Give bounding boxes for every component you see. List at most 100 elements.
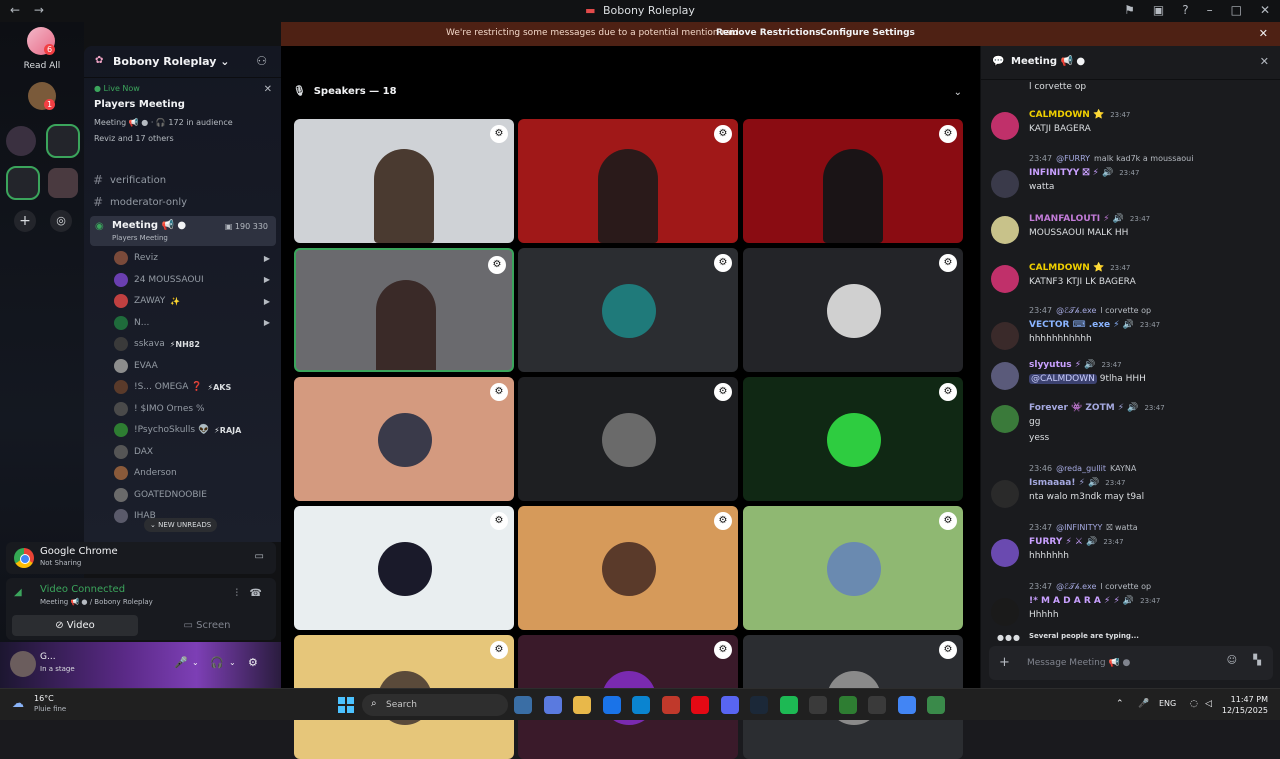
user-mention[interactable]: @CALMDOWN <box>1029 374 1097 384</box>
voice-user[interactable]: DAX <box>114 442 274 462</box>
gear-icon[interactable]: ⚙ <box>248 656 258 669</box>
reply-preview[interactable]: 23:47 @FURRY malk kad7k a moussaoui <box>1029 154 1193 163</box>
speaker-tile[interactable]: ⚙ <box>743 119 963 243</box>
app-icon[interactable] <box>868 696 886 714</box>
message-author[interactable]: slyyutus ⚡ 🔊 23:47 <box>1029 360 1122 370</box>
speaker-tile[interactable]: ⚙ <box>518 119 738 243</box>
voice-channel[interactable]: Meeting 📢 ● / Bobony Roleplay <box>40 598 153 606</box>
disconnect-icon[interactable]: ☎ <box>250 588 262 599</box>
tile-options-icon[interactable]: ⚙ <box>490 125 508 143</box>
tile-options-icon[interactable]: ⚙ <box>714 512 732 530</box>
search-input[interactable] <box>386 697 496 713</box>
voice-user[interactable]: EVAA <box>114 356 274 376</box>
voice-user[interactable]: sskava ⚡NH82 <box>114 334 274 354</box>
message-author[interactable]: LMANFALOUTI ⚡ 🔊 23:47 <box>1029 214 1150 224</box>
avatar[interactable] <box>991 322 1019 350</box>
tile-options-icon[interactable]: ⚙ <box>939 641 957 659</box>
tile-options-icon[interactable]: ⚙ <box>714 641 732 659</box>
windows-start-icon[interactable] <box>338 697 354 713</box>
tile-options-icon[interactable]: ⚙ <box>714 125 732 143</box>
reply-preview[interactable]: 23:47 @ℰ𝒯𝒽.exe l corvette op <box>1029 582 1151 592</box>
server-icon[interactable] <box>6 126 36 156</box>
discord-icon[interactable] <box>720 696 739 714</box>
server-folder[interactable] <box>46 124 80 158</box>
noise-suppression-icon[interactable]: ⫶ <box>236 588 239 599</box>
server-folder[interactable] <box>6 166 40 200</box>
avatar[interactable] <box>991 362 1019 390</box>
voice-user[interactable]: ! $IMO Ornes % <box>114 399 274 419</box>
maximize-icon[interactable]: □ <box>1231 3 1242 17</box>
folder-icon[interactable] <box>573 696 591 714</box>
network-icon[interactable]: ◌ <box>1190 699 1198 709</box>
headphones-icon[interactable]: 🎧 <box>210 656 224 669</box>
voice-user[interactable]: ZAWAY ✨ ▶ <box>114 291 274 311</box>
steam-icon[interactable] <box>750 696 768 714</box>
tile-options-icon[interactable]: ⚙ <box>939 254 957 272</box>
apps-icon[interactable]: ▚ <box>1253 655 1261 666</box>
netflix-icon[interactable] <box>691 696 709 714</box>
voice-user[interactable]: 24 MOUSSAOUI ▶ <box>114 270 274 290</box>
speaker-tile[interactable]: ⚙ <box>518 377 738 501</box>
message-author[interactable]: INFINITYY ⛝ ⚡ 🔊 23:47 <box>1029 168 1139 178</box>
reply-preview[interactable]: 23:47 @INFINITYY ⛝ watta <box>1029 523 1138 533</box>
avatar[interactable] <box>991 216 1019 244</box>
help-icon[interactable]: ? <box>1182 3 1188 17</box>
server-icon[interactable] <box>48 168 78 198</box>
voice-user[interactable]: Anderson <box>114 463 274 483</box>
chevron-down-icon[interactable]: ⌄ <box>954 87 962 98</box>
volume-icon[interactable]: ◁ <box>1205 699 1212 709</box>
speaker-tile[interactable]: ⚙ <box>294 377 514 501</box>
tile-options-icon[interactable]: ⚙ <box>490 512 508 530</box>
remove-restrictions-link[interactable]: Remove Restrictions <box>716 28 821 38</box>
voice-user[interactable]: !PsychoSkulls 👽 ⚡RAJA <box>114 420 274 440</box>
tile-options-icon[interactable]: ⚙ <box>490 641 508 659</box>
tile-options-icon[interactable]: ⚙ <box>939 512 957 530</box>
message-author[interactable]: CALMDOWN ⭐ 23:47 <box>1029 110 1130 120</box>
message-author[interactable]: !* M A D A R A ⚡ ⚡ 🔊 23:47 <box>1029 596 1160 606</box>
inbox-icon[interactable]: ⚑ <box>1124 3 1135 17</box>
voice-status[interactable]: Video Connected <box>40 584 125 595</box>
message-input[interactable] <box>1027 654 1207 672</box>
chevron-down-icon[interactable]: ⌄ <box>192 658 199 667</box>
minimize-icon[interactable]: – <box>1207 3 1213 17</box>
microphone-icon[interactable]: 🎤 <box>174 656 188 669</box>
file-explorer-icon[interactable] <box>514 696 532 714</box>
speaker-tile[interactable]: ⚙ <box>518 506 738 630</box>
channel-meeting[interactable]: ◉ Meeting 📢 ● Players Meeting ▣ 190 330 <box>90 216 276 246</box>
add-server-icon[interactable]: + <box>14 210 36 232</box>
close-icon[interactable]: ✕ <box>264 84 272 95</box>
avatar[interactable] <box>991 265 1019 293</box>
speaker-tile[interactable]: ⚙ <box>518 248 738 372</box>
avatar[interactable] <box>991 112 1019 140</box>
tile-options-icon[interactable]: ⚙ <box>939 383 957 401</box>
emoji-icon[interactable]: ☺ <box>1227 655 1237 666</box>
voice-user[interactable]: Reviz ▶ <box>114 248 274 268</box>
app-icon[interactable] <box>809 696 827 714</box>
share-screen-icon[interactable]: ▭ <box>255 551 264 562</box>
speaker-tile[interactable]: ⚙ <box>743 506 963 630</box>
screen-button[interactable]: ▭ Screen <box>144 615 270 636</box>
tile-options-icon[interactable]: ⚙ <box>714 254 732 272</box>
message-author[interactable]: FURRY ⚡ ⚔ 🔊 23:47 <box>1029 537 1124 547</box>
channel-moderator-only[interactable]: # moderator-only <box>90 192 276 212</box>
tile-options-icon[interactable]: ⚙ <box>488 256 506 274</box>
speaker-tile[interactable]: ⚙ <box>743 377 963 501</box>
voice-user[interactable]: !S... OMEGA ❓ ⚡AKS <box>114 377 274 397</box>
live-stage-card[interactable]: ● Live Now Players Meeting Meeting 📢 ● ·… <box>90 80 276 150</box>
channel-verification[interactable]: # verification <box>90 170 276 190</box>
message-author[interactable]: Ismaaaa! ⚡ 🔊 23:47 <box>1029 478 1125 488</box>
reply-preview[interactable]: 23:47 @ℰ𝒯𝒽.exe l corvette op <box>1029 306 1151 316</box>
message-author[interactable]: VECTOR ⌨ .exe ⚡ 🔊 23:47 <box>1029 320 1160 330</box>
voice-user[interactable]: GOATEDNOOBIE <box>114 485 274 505</box>
avatar[interactable] <box>991 539 1019 567</box>
avatar[interactable] <box>991 405 1019 433</box>
message-author[interactable]: Forever 👾 ZOTM ⚡ 🔊 23:47 <box>1029 403 1165 413</box>
close-icon[interactable]: ✕ <box>1259 27 1268 40</box>
chevron-down-icon[interactable]: ⌄ <box>229 658 236 667</box>
language-indicator[interactable]: ENG <box>1159 699 1176 708</box>
tile-options-icon[interactable]: ⚙ <box>490 383 508 401</box>
spotify-icon[interactable] <box>779 696 798 714</box>
configure-settings-link[interactable]: Configure Settings <box>820 28 915 38</box>
avatar[interactable] <box>10 651 36 677</box>
close-icon[interactable]: ✕ <box>1260 3 1270 17</box>
